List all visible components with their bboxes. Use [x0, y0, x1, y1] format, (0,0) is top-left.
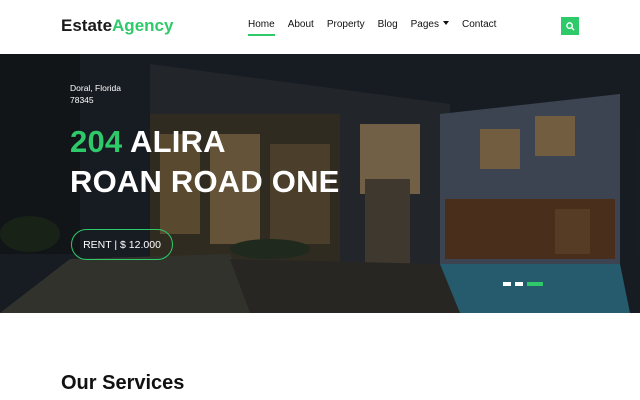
nav-pages-label: Pages: [410, 19, 439, 30]
brand-name-part1: Estate: [61, 16, 113, 35]
nav-about[interactable]: About: [288, 19, 314, 30]
chevron-down-icon: [443, 21, 449, 25]
property-title-line1: ALIRA: [122, 124, 226, 159]
services-heading: Our Services: [61, 372, 185, 394]
search-button[interactable]: [561, 17, 579, 35]
carousel-indicators: [503, 282, 543, 286]
nav-blog[interactable]: Blog: [378, 19, 398, 30]
site-header: EstateAgency Home About Property Blog Pa…: [0, 0, 640, 54]
property-location: Doral, Florida 78345: [70, 82, 121, 106]
carousel-dot-1[interactable]: [503, 282, 511, 286]
nav-contact[interactable]: Contact: [462, 19, 496, 30]
main-nav: Home About Property Blog Pages Contact: [248, 19, 509, 36]
nav-home[interactable]: Home: [248, 19, 275, 36]
property-title-line2: ROAN ROAD ONE: [70, 164, 340, 199]
rent-price-button[interactable]: RENT | $ 12.000: [71, 229, 173, 260]
hero-carousel: Doral, Florida 78345 204 ALIRA ROAN ROAD…: [0, 54, 640, 313]
nav-property[interactable]: Property: [327, 19, 365, 30]
property-number: 204: [70, 124, 123, 159]
brand-logo[interactable]: EstateAgency: [61, 16, 173, 36]
location-zip: 78345: [70, 95, 94, 105]
carousel-dot-3-active[interactable]: [527, 282, 543, 286]
location-city: Doral, Florida: [70, 83, 122, 93]
carousel-dot-2[interactable]: [515, 282, 523, 286]
search-icon: [565, 21, 575, 31]
nav-pages-dropdown[interactable]: Pages: [411, 19, 449, 30]
property-title: 204 ALIRA ROAN ROAD ONE: [70, 122, 340, 202]
brand-name-part2: Agency: [112, 16, 174, 35]
